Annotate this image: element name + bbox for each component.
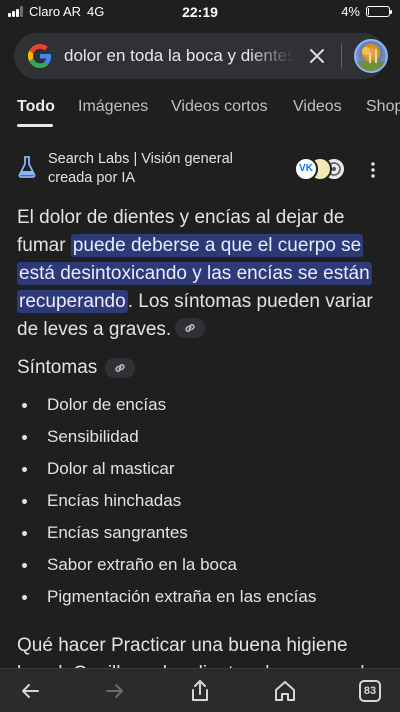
- browser-toolbar: 83: [0, 668, 400, 712]
- search-bar[interactable]: dolor en toda la boca y dientes al dejar…: [14, 33, 388, 79]
- back-button[interactable]: [15, 677, 45, 705]
- clock: 22:19: [182, 4, 218, 20]
- share-icon: [192, 680, 208, 701]
- link-icon: [185, 324, 195, 332]
- search-input[interactable]: dolor en toda la boca y dientes al dejar…: [64, 46, 294, 66]
- active-tab-indicator: [17, 124, 53, 127]
- labs-flask-icon: [18, 156, 36, 178]
- list-item: Dolor al masticar: [22, 457, 316, 489]
- source-favicons[interactable]: VK: [294, 157, 350, 181]
- search-tabs: Todo Imágenes Videos cortos Videos Shopp…: [0, 98, 400, 132]
- tabs-button[interactable]: 83: [355, 677, 385, 705]
- battery-info: 4%: [341, 4, 392, 19]
- ai-overview-paragraph: El dolor de dientes y encías al dejar de…: [17, 204, 387, 344]
- close-icon: [310, 49, 324, 63]
- search-divider: [341, 43, 342, 69]
- symptoms-link-button[interactable]: [105, 358, 136, 378]
- symptoms-heading: Síntomas: [17, 357, 136, 379]
- ai-overview-title: Search Labs | Visión general creada por …: [48, 150, 258, 188]
- avatar-image: [356, 47, 386, 71]
- source-vk-icon[interactable]: VK: [294, 157, 318, 181]
- battery-percent: 4%: [341, 4, 360, 19]
- link-icon: [115, 364, 125, 372]
- forward-button[interactable]: [100, 677, 130, 705]
- avatar[interactable]: [354, 39, 388, 73]
- tab-todo[interactable]: Todo: [17, 98, 55, 116]
- arrow-left-icon: [22, 684, 39, 698]
- share-button[interactable]: [185, 677, 215, 705]
- list-item: Dolor de encías: [22, 393, 316, 425]
- home-button[interactable]: [270, 677, 300, 705]
- ai-title-line1: Search Labs | Visión general: [48, 151, 233, 167]
- battery-icon: [366, 6, 392, 17]
- clear-search-button[interactable]: [304, 43, 330, 69]
- symptoms-heading-text: Síntomas: [17, 357, 98, 378]
- tab-shopping[interactable]: Shopping: [366, 98, 400, 116]
- status-bar: Claro AR 4G 22:19 4%: [0, 0, 400, 24]
- tab-imagenes[interactable]: Imágenes: [78, 98, 148, 116]
- more-vert-icon: [371, 162, 375, 178]
- list-item: Sensibilidad: [22, 425, 316, 457]
- tab-count: 83: [359, 680, 381, 702]
- tab-videos[interactable]: Videos: [293, 98, 342, 116]
- tab-videos-cortos[interactable]: Videos cortos: [171, 98, 268, 116]
- source-link-button[interactable]: [175, 317, 206, 338]
- ai-overview-header: Search Labs | Visión general creada por …: [18, 150, 388, 190]
- list-item: Pigmentación extraña en las encías: [22, 585, 316, 617]
- more-options-button[interactable]: [364, 158, 382, 182]
- symptoms-list: Dolor de encías Sensibilidad Dolor al ma…: [22, 393, 316, 617]
- arrow-right-icon: [106, 684, 123, 698]
- ai-title-line2: creada por IA: [48, 170, 136, 186]
- list-item: Sabor extraño en la boca: [22, 553, 316, 585]
- list-item: Encías sangrantes: [22, 521, 316, 553]
- google-logo-icon: [28, 44, 52, 68]
- list-item: Encías hinchadas: [22, 489, 316, 521]
- home-icon: [275, 681, 295, 701]
